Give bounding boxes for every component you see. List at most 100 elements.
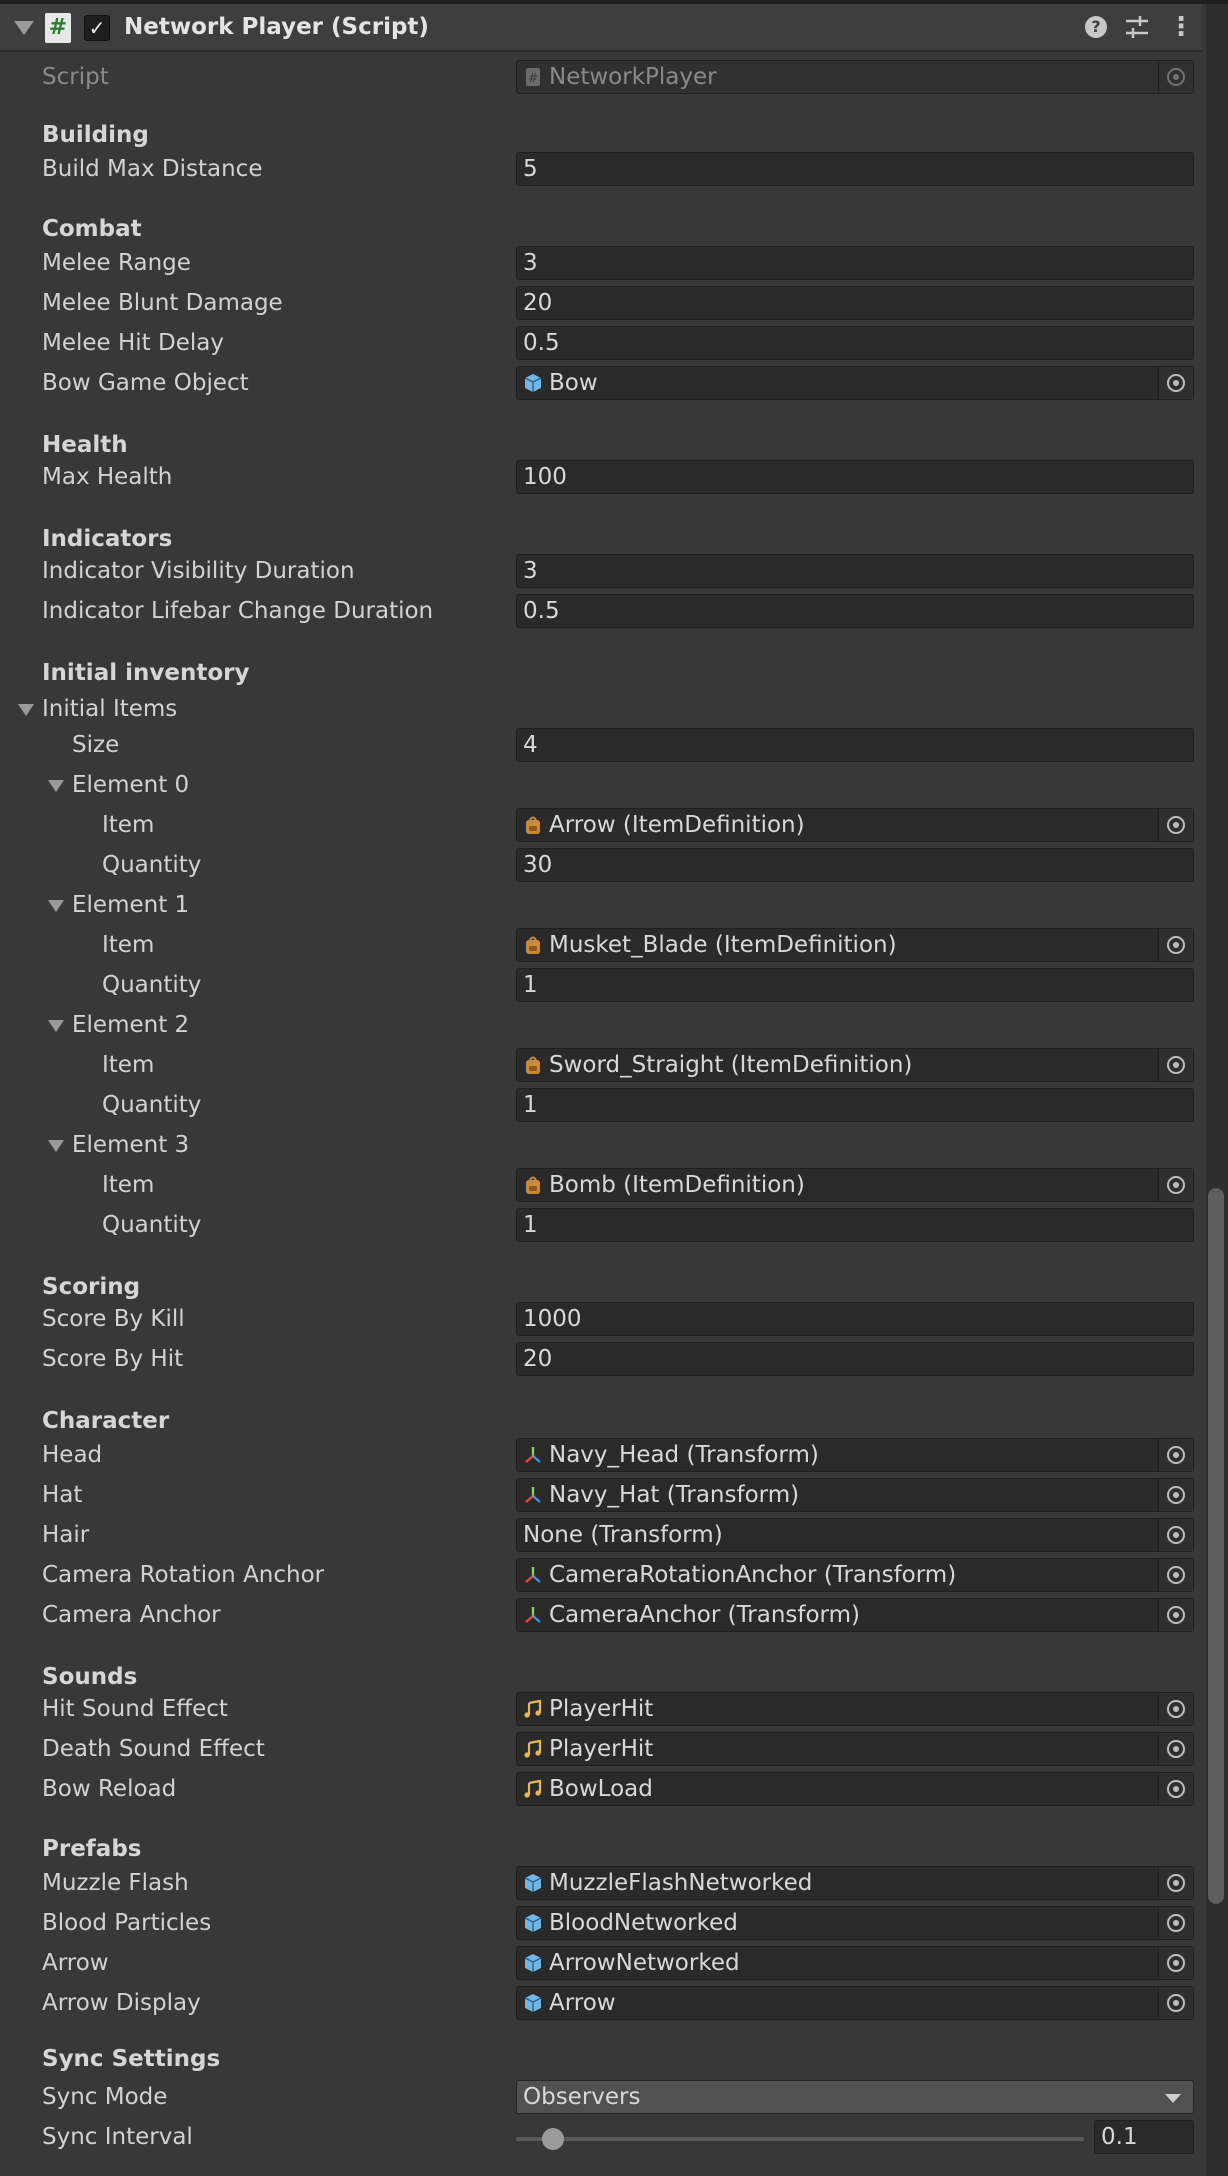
presets-sliders-icon[interactable] — [1124, 14, 1150, 40]
muzzle-flash-picker[interactable] — [1158, 1867, 1193, 1899]
script-label: Script — [42, 64, 109, 90]
melee-blunt-damage-field[interactable]: 20 — [516, 286, 1194, 320]
element-1-quantity-field[interactable]: 1 — [516, 968, 1194, 1002]
sync-mode-row: Sync Mode Observers — [0, 2078, 1200, 2118]
arrow-picker[interactable] — [1158, 1947, 1193, 1979]
hit-sound-effect-picker[interactable] — [1158, 1693, 1193, 1725]
build-max-distance-field[interactable]: 5 — [516, 152, 1194, 186]
initial-items-foldout-arrow-icon[interactable] — [18, 704, 34, 716]
element-3-item-picker[interactable] — [1158, 1169, 1193, 1201]
indicator-lifebar-change-duration-field[interactable]: 0.5 — [516, 594, 1194, 628]
object-picker-icon — [1167, 68, 1185, 86]
hat-picker[interactable] — [1158, 1479, 1193, 1511]
element-0-foldout[interactable]: Element 0 — [0, 766, 1200, 806]
score-by-hit-field[interactable]: 20 — [516, 1342, 1194, 1376]
max-health-field[interactable]: 100 — [516, 460, 1194, 494]
melee-hit-delay-row: Melee Hit Delay 0.5 — [0, 324, 1200, 364]
prefab-cube-icon — [524, 1994, 542, 2012]
head-picker[interactable] — [1158, 1439, 1193, 1471]
bow-game-object-picker[interactable] — [1158, 367, 1193, 399]
arrow-field[interactable]: ArrowNetworked — [516, 1946, 1194, 1980]
hair-picker[interactable] — [1158, 1519, 1193, 1551]
section-building-header: Building — [42, 122, 149, 148]
object-picker-icon — [1167, 374, 1185, 392]
arrow-display-field[interactable]: Arrow — [516, 1986, 1194, 2020]
hit-sound-effect-field[interactable]: PlayerHit — [516, 1692, 1194, 1726]
element-3-item-row: Item Bomb (ItemDefinition) — [0, 1166, 1200, 1206]
blood-particles-field[interactable]: BloodNetworked — [516, 1906, 1194, 1940]
melee-range-row: Melee Range 3 — [0, 244, 1200, 284]
indicator-visibility-duration-field[interactable]: 3 — [516, 554, 1194, 588]
camera-anchor-field[interactable]: CameraAnchor (Transform) — [516, 1598, 1194, 1632]
element-1-label: Element 1 — [72, 892, 190, 918]
element-0-quantity-field[interactable]: 30 — [516, 848, 1194, 882]
initial-items-foldout[interactable]: Initial Items — [0, 690, 1200, 730]
camera-anchor-row: Camera Anchor CameraAnchor (Transform) — [0, 1596, 1200, 1636]
component-foldout-arrow-icon[interactable] — [14, 21, 34, 35]
element-2-item-field[interactable]: Sword_Straight (ItemDefinition) — [516, 1048, 1194, 1082]
camera-rotation-anchor-field[interactable]: CameraRotationAnchor (Transform) — [516, 1558, 1194, 1592]
element-2-item-value: Sword_Straight (ItemDefinition) — [549, 1052, 913, 1078]
sync-mode-value: Observers — [523, 2084, 641, 2110]
melee-hit-delay-field[interactable]: 0.5 — [516, 326, 1194, 360]
indicator-visibility-duration-value: 3 — [523, 558, 538, 584]
sync-interval-slider-track[interactable] — [516, 2137, 1084, 2141]
element-3-quantity-field[interactable]: 1 — [516, 1208, 1194, 1242]
component-header[interactable]: # ✓ Network Player (Script) ? ⋮ — [0, 4, 1202, 52]
transform-axes-icon — [525, 1607, 541, 1623]
element-1-item-field[interactable]: Musket_Blade (ItemDefinition) — [516, 928, 1194, 962]
element-2-quantity-field[interactable]: 1 — [516, 1088, 1194, 1122]
hat-value: Navy_Hat (Transform) — [549, 1482, 800, 1508]
melee-blunt-damage-label: Melee Blunt Damage — [42, 290, 283, 316]
audio-note-icon — [524, 1739, 542, 1758]
element-0-item-picker[interactable] — [1158, 809, 1193, 841]
bow-reload-field[interactable]: BowLoad — [516, 1772, 1194, 1806]
scrollbar-thumb[interactable] — [1208, 1188, 1224, 1904]
element-3-foldout[interactable]: Element 3 — [0, 1126, 1200, 1166]
hair-field[interactable]: None (Transform) — [516, 1518, 1194, 1552]
death-sound-effect-field[interactable]: PlayerHit — [516, 1732, 1194, 1766]
element-0-item-label: Item — [102, 812, 155, 838]
camera-rotation-anchor-value: CameraRotationAnchor (Transform) — [549, 1562, 957, 1588]
more-options-icon[interactable]: ⋮ — [1168, 14, 1194, 42]
element-2-item-picker[interactable] — [1158, 1049, 1193, 1081]
arrow-display-picker[interactable] — [1158, 1987, 1193, 2019]
build-max-distance-label: Build Max Distance — [42, 156, 263, 182]
blood-particles-picker[interactable] — [1158, 1907, 1193, 1939]
death-sound-effect-picker[interactable] — [1158, 1733, 1193, 1765]
blood-particles-value: BloodNetworked — [549, 1910, 738, 1936]
score-by-kill-field[interactable]: 1000 — [516, 1302, 1194, 1336]
camera-anchor-picker[interactable] — [1158, 1599, 1193, 1631]
initial-items-size-field[interactable]: 4 — [516, 728, 1194, 762]
element-1-item-label: Item — [102, 932, 155, 958]
element-2-foldout-arrow-icon[interactable] — [48, 1020, 64, 1032]
camera-rotation-anchor-picker[interactable] — [1158, 1559, 1193, 1591]
script-hash-icon: # — [45, 13, 71, 43]
element-1-foldout-arrow-icon[interactable] — [48, 900, 64, 912]
element-1-quantity-value: 1 — [523, 972, 538, 998]
hat-field[interactable]: Navy_Hat (Transform) — [516, 1478, 1194, 1512]
element-3-foldout-arrow-icon[interactable] — [48, 1140, 64, 1152]
element-0-item-field[interactable]: Arrow (ItemDefinition) — [516, 808, 1194, 842]
element-1-foldout[interactable]: Element 1 — [0, 886, 1200, 926]
hair-label: Hair — [42, 1522, 90, 1548]
element-3-item-field[interactable]: Bomb (ItemDefinition) — [516, 1168, 1194, 1202]
sync-mode-dropdown[interactable]: Observers — [516, 2080, 1194, 2114]
component-title: Network Player (Script) — [124, 14, 429, 40]
element-2-foldout[interactable]: Element 2 — [0, 1006, 1200, 1046]
sync-interval-field[interactable]: 0.1 — [1094, 2120, 1194, 2154]
element-0-foldout-arrow-icon[interactable] — [48, 780, 64, 792]
help-icon[interactable]: ? — [1085, 16, 1107, 38]
head-field[interactable]: Navy_Head (Transform) — [516, 1438, 1194, 1472]
melee-range-field[interactable]: 3 — [516, 246, 1194, 280]
component-enabled-checkbox[interactable]: ✓ — [84, 15, 110, 41]
element-1-item-picker[interactable] — [1158, 929, 1193, 961]
section-sync-settings: Sync Settings — [0, 2040, 1200, 2080]
hair-value: None (Transform) — [523, 1522, 723, 1548]
muzzle-flash-field[interactable]: MuzzleFlashNetworked — [516, 1866, 1194, 1900]
bow-reload-picker[interactable] — [1158, 1773, 1193, 1805]
bow-game-object-field[interactable]: Bow — [516, 366, 1194, 400]
sync-interval-slider-thumb[interactable] — [541, 2128, 564, 2150]
hit-sound-effect-value: PlayerHit — [549, 1696, 654, 1722]
object-picker-icon — [1167, 1566, 1185, 1584]
